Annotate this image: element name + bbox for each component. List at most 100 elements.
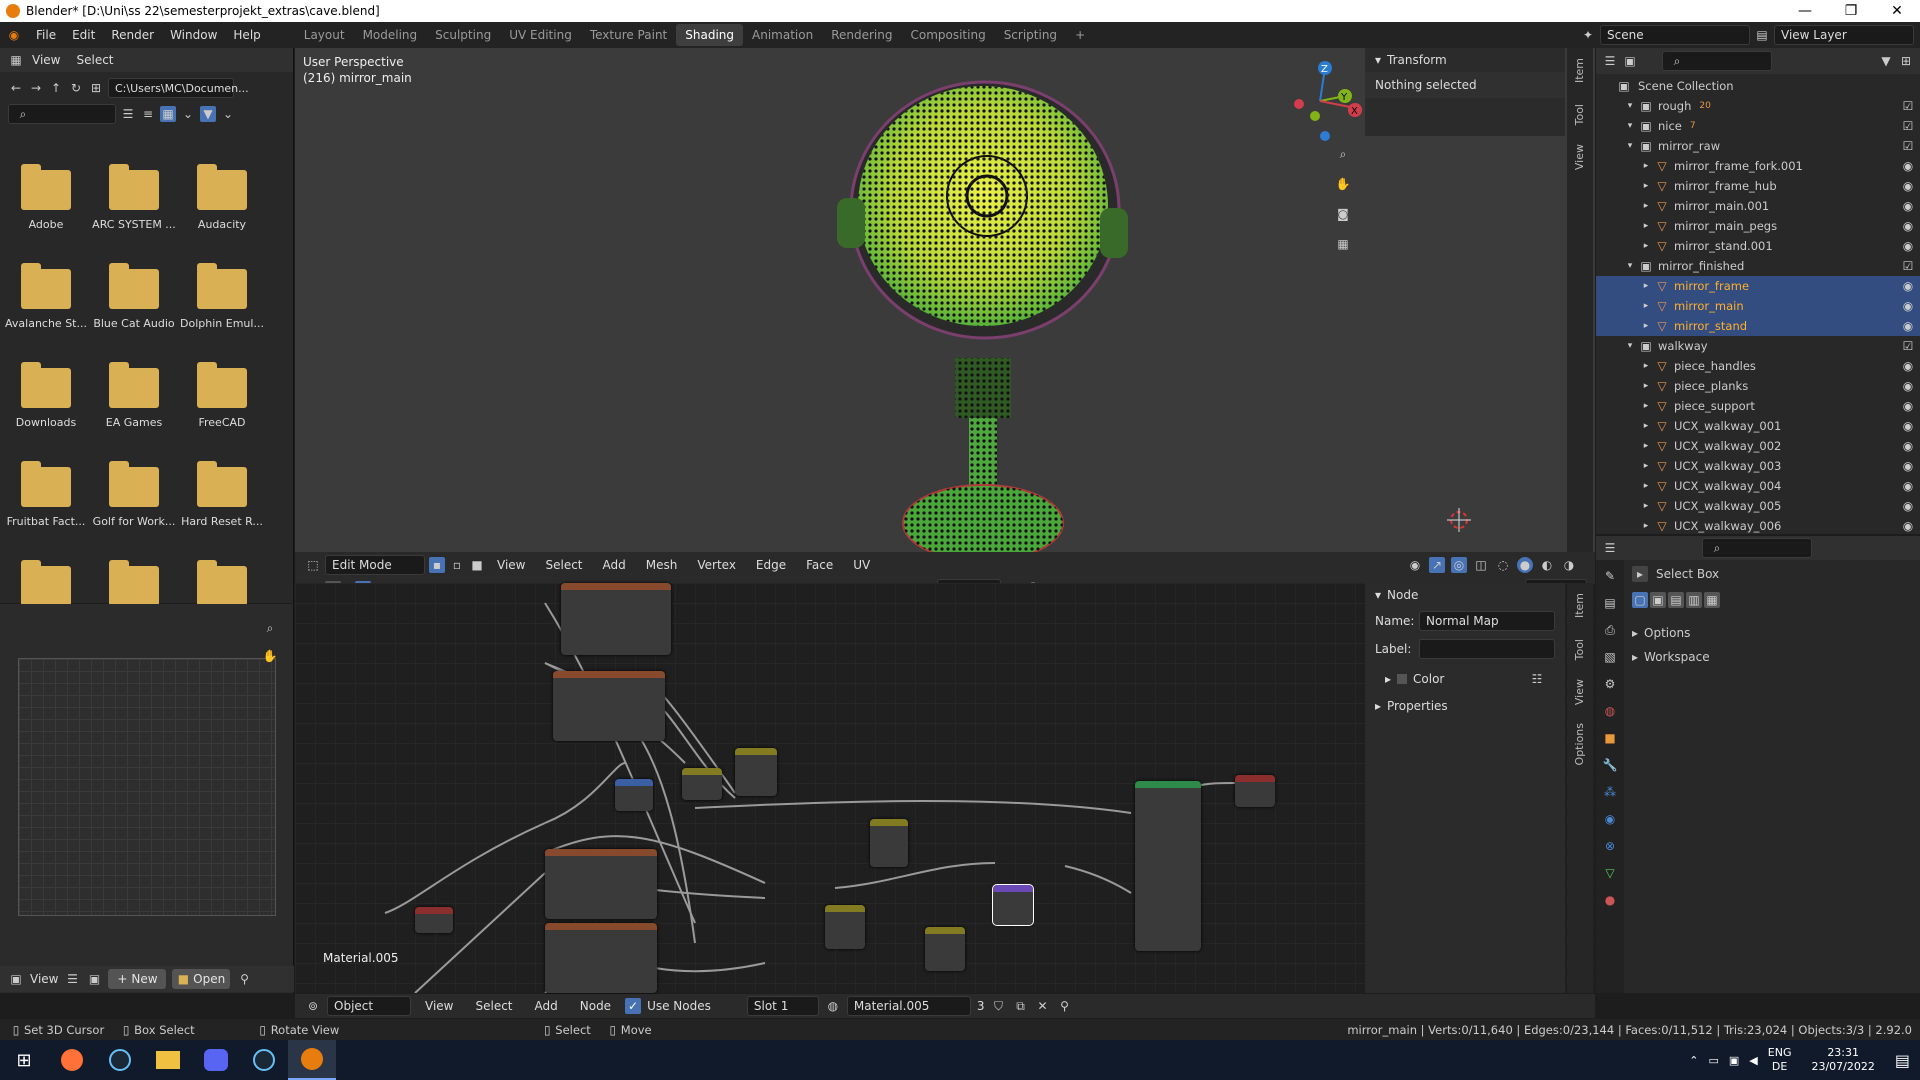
editor-type-icon[interactable]: ▣	[8, 971, 24, 987]
display-mode-icon[interactable]: ▣	[1622, 53, 1638, 69]
display-dropdown-icon[interactable]: ⌄	[180, 106, 196, 122]
expand-arrow-icon[interactable]: ▾	[1622, 338, 1638, 354]
image-browse-icon[interactable]: ▣	[86, 971, 102, 987]
material-output-node[interactable]	[1235, 775, 1275, 807]
menu-node[interactable]: Node	[572, 999, 619, 1013]
visibility-eye-icon[interactable]: ◉	[1900, 438, 1916, 454]
expand-arrow-icon[interactable]: ▸	[1638, 378, 1654, 394]
folder-item[interactable]: EA Games	[90, 362, 178, 429]
expand-arrow-icon[interactable]: ▸	[1638, 278, 1654, 294]
pin-icon[interactable]: ⚲	[1057, 998, 1073, 1014]
menu-edit[interactable]: Edit	[64, 28, 103, 42]
menu-edge[interactable]: Edge	[748, 558, 794, 572]
tool-tab-icon[interactable]: ✎	[1602, 568, 1618, 584]
edge-select-icon[interactable]: ▫	[449, 557, 465, 573]
expand-arrow-icon[interactable]: ▸	[1375, 699, 1381, 713]
outliner-row[interactable]: ▸ ▽ mirror_frame_hub ◉	[1596, 176, 1920, 196]
uv-grid[interactable]	[18, 658, 276, 916]
outliner-row[interactable]: ▸ ▽ UCX_walkway_006 ◉	[1596, 516, 1920, 536]
expand-arrow-icon[interactable]: ▾	[1622, 118, 1638, 134]
tab-scripting[interactable]: Scripting	[995, 24, 1066, 46]
scene-selector[interactable]: Scene	[1600, 25, 1750, 45]
menu-file[interactable]: File	[28, 28, 64, 42]
menu-view[interactable]: View	[30, 972, 58, 986]
outliner-row[interactable]: ▸ ▽ mirror_stand.001 ◉	[1596, 236, 1920, 256]
view-layer-icon[interactable]: ▤	[1754, 27, 1770, 43]
outliner-row[interactable]: ▸ ▽ UCX_walkway_005 ◉	[1596, 496, 1920, 516]
menu-view[interactable]: View	[417, 999, 461, 1013]
view-layer-selector[interactable]: View Layer	[1774, 25, 1914, 45]
outliner-row[interactable]: ▾ ▣ mirror_finished ☑	[1596, 256, 1920, 276]
windows-start-icon[interactable]: ⊞	[0, 1040, 48, 1080]
collapse-arrow-icon[interactable]: ▾	[1375, 53, 1381, 67]
exclude-checkbox-icon[interactable]: ☑	[1900, 118, 1916, 134]
open-image-button[interactable]: ■ Open	[172, 969, 231, 989]
tab-rendering[interactable]: Rendering	[822, 24, 901, 46]
tab-compositing[interactable]: Compositing	[901, 24, 994, 46]
render-tab-icon[interactable]: ▤	[1602, 595, 1618, 611]
tab-shading[interactable]: Shading	[676, 24, 743, 46]
folder-item[interactable]: FreeCAD	[178, 362, 266, 429]
editor-type-icon[interactable]: ☰	[1602, 540, 1618, 556]
image-texture-node[interactable]	[545, 849, 657, 919]
menu-hamburger-icon[interactable]: ☰	[64, 971, 80, 987]
color-checkbox[interactable]	[1397, 674, 1408, 684]
outliner-row[interactable]: ▸ ▽ UCX_walkway_002 ◉	[1596, 436, 1920, 456]
editor-type-icon[interactable]: ⊚	[305, 998, 321, 1014]
principled-bsdf-node[interactable]	[1135, 781, 1201, 951]
steam-icon[interactable]	[96, 1040, 144, 1080]
visibility-eye-icon[interactable]: ◉	[1900, 518, 1916, 534]
outliner-row[interactable]: ▸ ▽ mirror_frame_fork.001 ◉	[1596, 156, 1920, 176]
use-nodes-checkbox[interactable]: ✓	[625, 998, 642, 1014]
outliner-search-input[interactable]: ⌕	[1662, 51, 1772, 71]
select-extend-icon[interactable]: ▣	[1650, 592, 1666, 608]
close-button[interactable]: ✕	[1874, 3, 1920, 19]
material-shading-icon[interactable]: ◐	[1539, 557, 1555, 573]
tab-uv-editing[interactable]: UV Editing	[500, 24, 581, 46]
tab-animation[interactable]: Animation	[743, 24, 822, 46]
tab-texture-paint[interactable]: Texture Paint	[581, 24, 676, 46]
outliner-row[interactable]: ▸ ▽ piece_planks ◉	[1596, 376, 1920, 396]
outliner-row[interactable]: ▾ ▣ rough 20 ☑	[1596, 96, 1920, 116]
visibility-eye-icon[interactable]: ◉	[1900, 218, 1916, 234]
collapse-arrow-icon[interactable]: ▾	[1375, 588, 1381, 602]
normal-map-node[interactable]	[992, 884, 1034, 926]
filter-dropdown-icon[interactable]: ⌄	[220, 106, 236, 122]
outliner-row[interactable]: ▸ ▽ UCX_walkway_004 ◉	[1596, 476, 1920, 496]
expand-arrow-icon[interactable]: ▸	[1638, 398, 1654, 414]
perspective-grid-icon[interactable]: ▦	[1335, 236, 1351, 252]
expand-arrow-icon[interactable]: ▸	[1638, 518, 1654, 534]
constraints-tab-icon[interactable]: ⊗	[1602, 838, 1618, 854]
material-browse-icon[interactable]: ◍	[825, 998, 841, 1014]
expand-arrow-icon[interactable]: ▸	[1385, 672, 1391, 686]
blender-menu-icon[interactable]: ◉	[6, 27, 22, 43]
visibility-eye-icon[interactable]: ◉	[1900, 358, 1916, 374]
refresh-icon[interactable]: ↻	[68, 80, 84, 96]
firefox-icon[interactable]	[48, 1040, 96, 1080]
visibility-eye-icon[interactable]: ◉	[1900, 378, 1916, 394]
material-users-count[interactable]: 3	[977, 999, 985, 1013]
workspace-section[interactable]: ▸ Workspace	[1632, 650, 1710, 664]
menu-uv[interactable]: UV	[845, 558, 878, 572]
modifier-tab-icon[interactable]: 🔧	[1602, 757, 1618, 773]
menu-help[interactable]: Help	[225, 28, 268, 42]
path-field[interactable]: C:\Users\MC\Documen...	[108, 78, 249, 98]
menu-add[interactable]: Add	[527, 999, 566, 1013]
visibility-eye-icon[interactable]: ◉	[1900, 298, 1916, 314]
exclude-checkbox-icon[interactable]: ☑	[1900, 138, 1916, 154]
output-tab-icon[interactable]: ⎙	[1602, 622, 1618, 638]
mix-node[interactable]	[870, 819, 908, 867]
expand-arrow-icon[interactable]: ▸	[1638, 438, 1654, 454]
tab-item[interactable]: Item	[1573, 58, 1586, 83]
expand-arrow-icon[interactable]: ▸	[1638, 458, 1654, 474]
menu-select[interactable]: Select	[467, 999, 520, 1013]
folder-item[interactable]: Downloads	[2, 362, 90, 429]
menu-window[interactable]: Window	[162, 28, 225, 42]
folder-item[interactable]: Hard Reset R...	[178, 461, 266, 528]
visibility-eye-icon[interactable]: ◉	[1900, 158, 1916, 174]
new-folder-icon[interactable]: ⊞	[88, 80, 104, 96]
folder-item[interactable]: Blue Cat Audio	[90, 263, 178, 330]
folder-item[interactable]: Dolphin Emul...	[178, 263, 266, 330]
expand-arrow-icon[interactable]: ▾	[1622, 138, 1638, 154]
gizmo-icon[interactable]: ↗	[1429, 557, 1445, 573]
